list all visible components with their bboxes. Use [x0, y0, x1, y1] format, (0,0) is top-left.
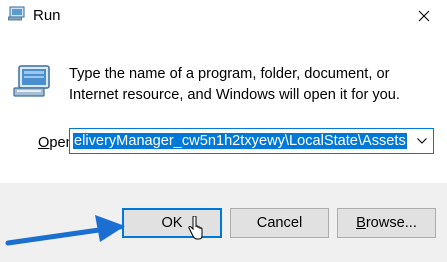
mouse-pointer-icon	[188, 216, 203, 240]
annotation-arrow-icon	[5, 215, 125, 246]
